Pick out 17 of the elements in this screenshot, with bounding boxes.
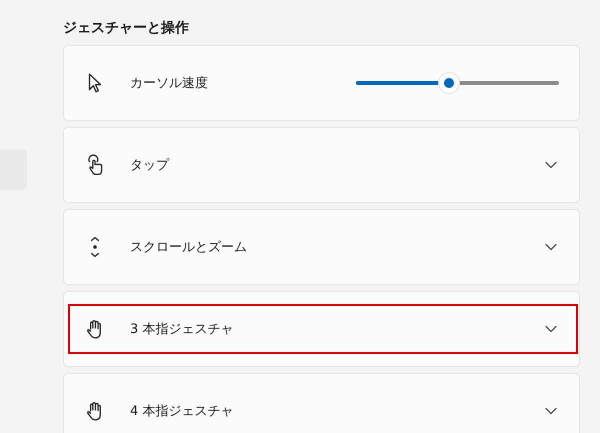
- chevron-down-icon[interactable]: [545, 325, 557, 333]
- setting-label: カーソル速度: [130, 75, 209, 92]
- settings-card[interactable]: タップ: [63, 127, 580, 203]
- setting-label: スクロールとズーム: [130, 239, 248, 256]
- settings-card[interactable]: 4 本指ジェスチャ: [63, 373, 580, 433]
- setting-label: タップ: [130, 157, 170, 174]
- chevron-down-icon[interactable]: [545, 161, 557, 169]
- chevron-down-icon[interactable]: [545, 407, 557, 415]
- setting-label: 4 本指ジェスチャ: [130, 403, 234, 420]
- setting-label: 3 本指ジェスチャ: [130, 321, 234, 338]
- settings-card[interactable]: スクロールとズーム: [63, 209, 580, 285]
- settings-card[interactable]: カーソル速度: [63, 45, 580, 121]
- speed-slider[interactable]: [356, 72, 559, 94]
- slider-thumb[interactable]: [439, 73, 460, 93]
- chevron-down-icon[interactable]: [545, 243, 557, 251]
- settings-card[interactable]: 3 本指ジェスチャ: [63, 291, 580, 367]
- section-heading: ジェスチャーと操作: [63, 19, 190, 38]
